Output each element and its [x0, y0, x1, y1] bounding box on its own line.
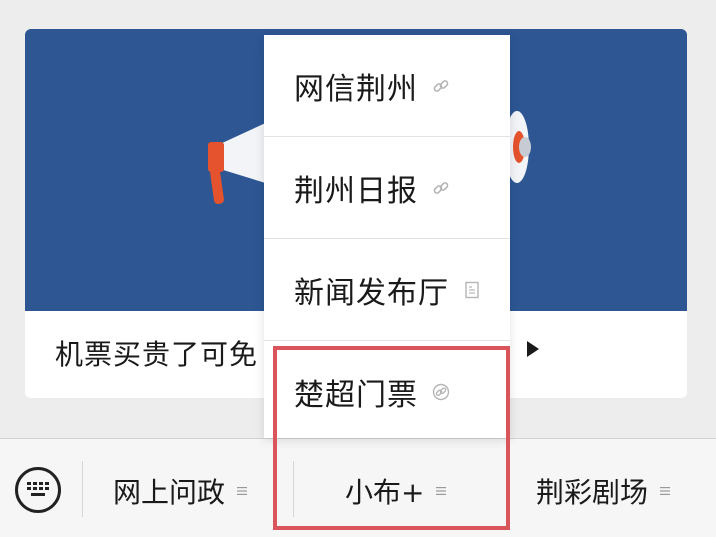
link-circle-icon [432, 383, 450, 401]
submenu-item-jingzhou-ribao[interactable]: 荆州日报 [264, 137, 510, 239]
submenu-item-xinwen-fabuting[interactable]: 新闻发布厅 [264, 239, 510, 341]
link-icon [433, 181, 449, 194]
menu-icon [660, 487, 671, 495]
chevron-right-icon [527, 341, 539, 357]
tab-xiaobu-plus[interactable]: 小布+ [345, 473, 447, 509]
article-title: 机票买贵了可免 [55, 338, 259, 371]
link-icon [433, 79, 449, 92]
divider [508, 461, 509, 517]
submenu-popup: 网信荆州 荆州日报 新闻发布厅 楚超门票 [264, 35, 510, 438]
tab-jingcai-juchang[interactable]: 荆彩剧场 [536, 473, 671, 509]
tab-label: 小布+ [345, 476, 425, 509]
divider [293, 461, 294, 517]
tab-label: 网上问政 [113, 476, 226, 509]
submenu-item-label: 网信荆州 [294, 71, 418, 107]
menu-icon [436, 487, 447, 495]
submenu-item-label: 楚超门票 [294, 378, 418, 413]
divider [82, 461, 83, 517]
tab-wangshang-wenzheng[interactable]: 网上问政 [113, 473, 248, 509]
keyboard-icon[interactable] [15, 467, 61, 513]
submenu-item-label: 荆州日报 [294, 173, 418, 209]
bottom-menu-bar: 网上问政 小布+ 荆彩剧场 [0, 438, 716, 537]
tab-label: 荆彩剧场 [536, 476, 649, 509]
article-icon [465, 281, 479, 298]
submenu-item-label: 新闻发布厅 [294, 275, 449, 311]
menu-icon [237, 487, 248, 495]
submenu-item-chuchao-menpiao[interactable]: 楚超门票 [264, 341, 510, 443]
submenu-item-wangxin-jingzhou[interactable]: 网信荆州 [264, 35, 510, 137]
